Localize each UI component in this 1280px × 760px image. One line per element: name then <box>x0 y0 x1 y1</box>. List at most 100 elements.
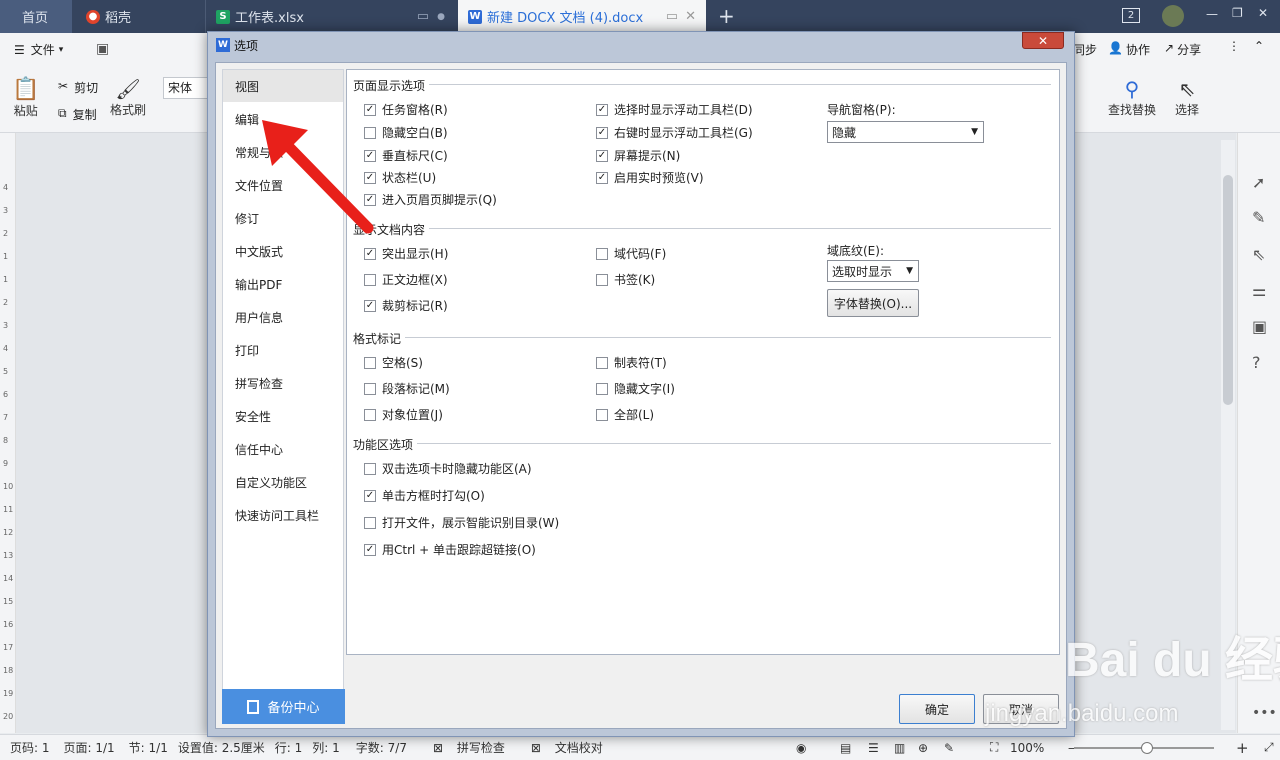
checkbox-text-boundaries[interactable]: 正文边框(X) <box>364 271 448 288</box>
status-col[interactable]: 列: 1 <box>312 739 340 756</box>
tab-close-icon[interactable]: ✕ <box>685 9 696 24</box>
file-menu[interactable]: ☰ 文件 ▾ <box>14 41 63 58</box>
collapse-icon[interactable]: ⌃ <box>1254 39 1264 53</box>
checkbox-box[interactable] <box>596 247 608 260</box>
dialog-close-button[interactable]: ✕ <box>1022 32 1064 49</box>
rocket-icon[interactable]: ➚ <box>1252 173 1265 192</box>
pen-icon[interactable]: ✎ <box>1252 208 1265 227</box>
zoom-slider[interactable] <box>1074 742 1214 754</box>
minimize-icon[interactable]: — <box>1206 7 1218 21</box>
tab-docer[interactable]: ● 稻壳 <box>76 0 201 33</box>
checkbox-box[interactable] <box>596 382 608 395</box>
sliders-icon[interactable]: ⚌ <box>1252 281 1266 300</box>
checkbox-object-anchors[interactable]: 对象位置(J) <box>364 406 443 423</box>
checkbox-box[interactable]: ✓ <box>364 543 376 556</box>
status-section[interactable]: 节: 1/1 <box>129 739 168 756</box>
tab-screen-icon[interactable]: ▭ <box>666 9 678 24</box>
nav-item[interactable]: 输出PDF <box>223 268 343 300</box>
tab-screen-icon[interactable]: ▭ <box>417 9 429 24</box>
zoom-in-icon[interactable]: + <box>1236 739 1249 757</box>
read-view-icon[interactable]: ▥ <box>894 741 905 755</box>
nav-item[interactable]: 中文版式 <box>223 235 343 267</box>
nav-item[interactable]: 用户信息 <box>223 301 343 333</box>
nav-pane-select[interactable]: 隐藏 ▼ <box>827 121 984 143</box>
find-replace-button[interactable]: ⚲ 查找替换 <box>1108 77 1156 118</box>
nav-item[interactable]: 拼写检查 <box>223 367 343 399</box>
checkbox-box[interactable] <box>596 273 608 286</box>
checkbox-all-marks[interactable]: 全部(L) <box>596 406 654 423</box>
help-icon[interactable]: ? <box>1252 353 1261 372</box>
checkbox-header-footer-hint[interactable]: ✓ 进入页眉页脚提示(Q) <box>364 191 497 208</box>
checkbox-box[interactable]: ✓ <box>364 299 376 312</box>
checkbox-box[interactable] <box>364 273 376 286</box>
checkbox-box[interactable]: ✓ <box>596 149 608 162</box>
checkbox-crop-marks[interactable]: ✓ 裁剪标记(R) <box>364 297 448 314</box>
checkbox-box[interactable]: ✓ <box>596 171 608 184</box>
checkbox-screen-tips[interactable]: ✓ 屏幕提示(N) <box>596 147 680 164</box>
paste-button[interactable]: 📋 粘贴 <box>12 77 39 119</box>
checkbox-spaces[interactable]: 空格(S) <box>364 354 423 371</box>
checkbox-field-codes[interactable]: 域代码(F) <box>596 245 666 262</box>
checkbox-smart-toc[interactable]: 打开文件，展示智能识别目录(W) <box>364 514 559 531</box>
nav-item[interactable]: 打印 <box>223 334 343 366</box>
checkbox-box[interactable] <box>596 356 608 369</box>
tab-spreadsheet[interactable]: S 工作表.xlsx ▭ ● <box>205 0 455 33</box>
format-painter-button[interactable]: 🖌 格式刷 <box>110 77 146 118</box>
proof-status[interactable]: ⊠ 文档校对 <box>521 739 603 756</box>
status-row[interactable]: 行: 1 <box>275 739 303 756</box>
checkbox-box[interactable] <box>364 462 376 475</box>
checkbox-box[interactable] <box>364 408 376 421</box>
fullscreen-icon[interactable]: ⤢ <box>1264 740 1274 755</box>
select-button[interactable]: ⇖ 选择 <box>1175 77 1199 118</box>
checkbox-box[interactable]: ✓ <box>364 247 376 260</box>
nav-item[interactable]: 视图 <box>223 70 343 102</box>
tab-dot-icon[interactable]: ● <box>437 12 445 22</box>
checkbox-box[interactable] <box>364 516 376 529</box>
copy-button[interactable]: ⧉ 复制 <box>58 106 97 123</box>
briefcase-icon[interactable]: ▣ <box>1252 317 1267 336</box>
cut-button[interactable]: ✂ 剪切 <box>58 79 98 96</box>
nav-item[interactable]: 自定义功能区 <box>223 466 343 498</box>
fit-icon[interactable]: ⛶ <box>990 740 998 755</box>
status-page[interactable]: 页面: 1/1 <box>64 739 115 756</box>
checkbox-ctrl-click-links[interactable]: ✓ 用Ctrl + 单击跟踪超链接(O) <box>364 541 536 558</box>
save-icon[interactable]: ▣ <box>96 41 109 57</box>
page-view-icon[interactable]: ▤ <box>840 741 851 755</box>
nav-item[interactable]: 信任中心 <box>223 433 343 465</box>
window-close-icon[interactable]: ✕ <box>1258 6 1268 20</box>
web-view-icon[interactable]: ⊕ <box>918 741 928 755</box>
tab-home[interactable]: 首页 <box>0 0 72 33</box>
checkbox-box[interactable] <box>596 408 608 421</box>
pointer-icon[interactable]: ⇖ <box>1252 245 1265 264</box>
checkbox-float-toolbar-right-click[interactable]: ✓ 右键时显示浮动工具栏(G) <box>596 124 753 141</box>
eye-icon[interactable]: ◉ <box>796 741 806 755</box>
checkbox-paragraph-marks[interactable]: 段落标记(M) <box>364 380 450 397</box>
scrollbar-thumb[interactable] <box>1223 175 1233 405</box>
sync-button[interactable]: 同步 <box>1073 41 1097 58</box>
checkbox-box[interactable]: ✓ <box>596 126 608 139</box>
ok-button[interactable]: 确定 <box>899 694 975 724</box>
checkbox-box[interactable]: ✓ <box>596 103 608 116</box>
checkbox-bookmarks[interactable]: 书签(K) <box>596 271 655 288</box>
status-position[interactable]: 设置值: 2.5厘米 <box>178 739 265 756</box>
checkbox-live-preview[interactable]: ✓ 启用实时预览(V) <box>596 169 704 186</box>
zoom-level[interactable]: 100% <box>1010 741 1044 755</box>
tab-document[interactable]: W 新建 DOCX 文档 (4).docx ▭ ✕ <box>458 0 706 33</box>
checkbox-box[interactable] <box>364 356 376 369</box>
checkbox-tab-characters[interactable]: 制表符(T) <box>596 354 667 371</box>
field-shading-select[interactable]: 选取时显示 ▼ <box>827 260 919 282</box>
font-substitution-button[interactable]: 字体替换(O)... <box>827 289 919 317</box>
spell-check-status[interactable]: ⊠ 拼写检查 <box>423 739 505 756</box>
backup-center-button[interactable]: 备份中心 <box>222 689 345 724</box>
window-counter-icon[interactable]: 2 <box>1122 8 1140 23</box>
more-icon[interactable]: ⋮ <box>1228 39 1240 53</box>
checkbox-float-toolbar-select[interactable]: ✓ 选择时显示浮动工具栏(D) <box>596 101 753 118</box>
checkbox-highlight[interactable]: ✓ 突出显示(H) <box>364 245 448 262</box>
restore-icon[interactable]: ❐ <box>1232 6 1243 20</box>
new-tab-plus-icon[interactable]: + <box>718 4 735 28</box>
checkbox-box[interactable] <box>364 382 376 395</box>
checkbox-double-click-hide-ribbon[interactable]: 双击选项卡时隐藏功能区(A) <box>364 460 532 477</box>
checkbox-hidden-text[interactable]: 隐藏文字(I) <box>596 380 675 397</box>
dialog-titlebar[interactable]: W 选项 <box>208 32 1074 58</box>
font-name-field[interactable]: 宋体 <box>163 77 208 99</box>
